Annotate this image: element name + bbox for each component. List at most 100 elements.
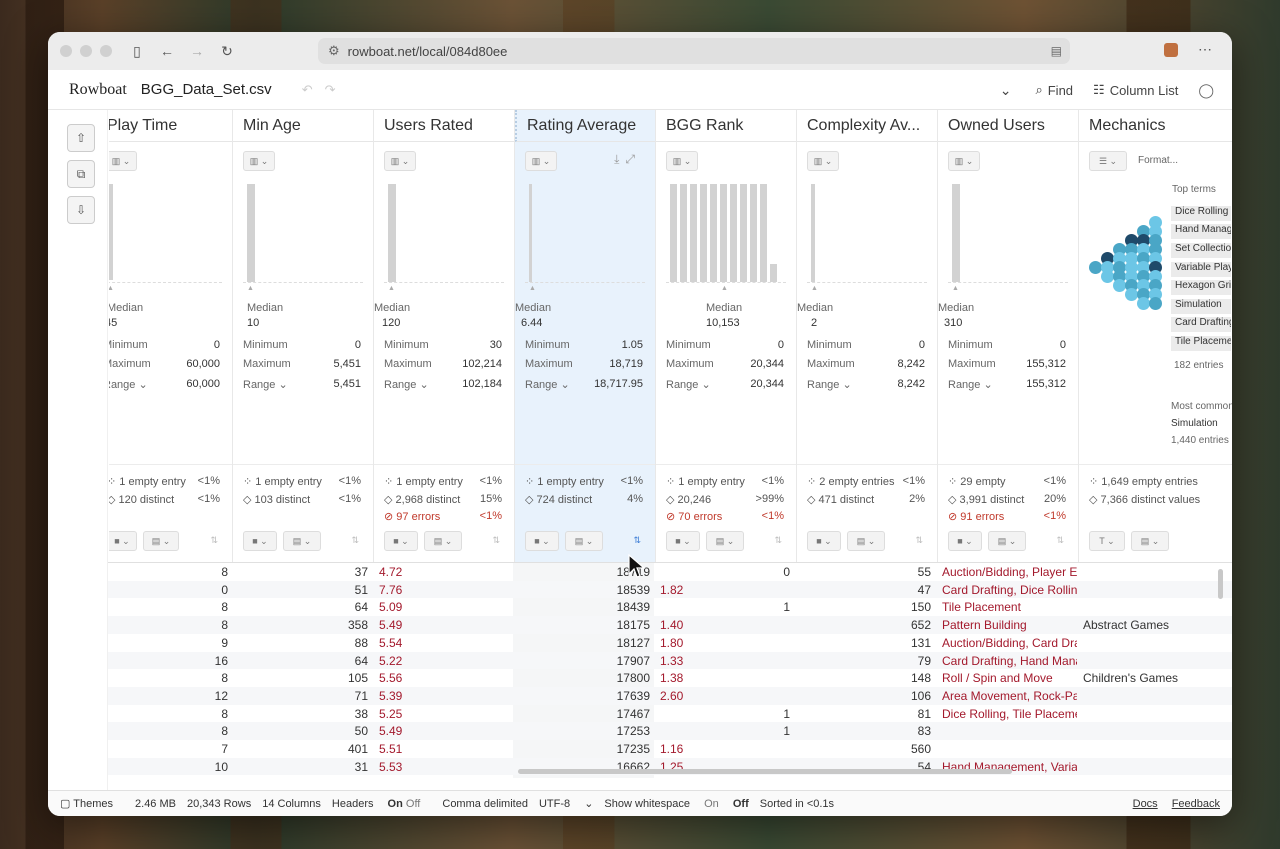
upload-button[interactable]: ⇧ bbox=[67, 124, 95, 152]
column-complexity-average[interactable]: Complexity Av... ▥ ⌄ ▲ Median 2 Minimum … bbox=[797, 110, 938, 562]
chart-type-button[interactable]: ▥ ⌄ bbox=[243, 151, 275, 171]
cell-mechanics[interactable]: Card Drafting, Hand Mana bbox=[942, 654, 1077, 668]
term-chip[interactable]: Card Drafting bbox=[1171, 317, 1231, 332]
table-row[interactable]: 1817483585.49181751.40652Pattern Buildin… bbox=[48, 616, 1232, 634]
copy-button[interactable]: ⧉ bbox=[67, 160, 95, 188]
column-header[interactable]: BGG Rank bbox=[656, 110, 796, 142]
cell-mechanics[interactable]: Tile Placement bbox=[942, 600, 1077, 614]
cell-users-rated[interactable]: 4.72 bbox=[379, 565, 459, 579]
error-count[interactable]: ⊘ 91 errors bbox=[948, 510, 1004, 523]
back-arrow-icon[interactable]: ← bbox=[156, 40, 178, 62]
cell-play-time[interactable]: 8 bbox=[148, 671, 228, 685]
cell-bgg-rank[interactable]: 1.82 bbox=[660, 583, 720, 597]
table-row[interactable]: 184388645.09184391150Tile Placement bbox=[48, 598, 1232, 616]
column-header[interactable]: Users Rated bbox=[374, 110, 514, 142]
docs-link[interactable]: Docs bbox=[1133, 798, 1158, 810]
sort-icon[interactable]: ⇅ bbox=[915, 535, 923, 546]
cell-min-age[interactable]: 37 bbox=[288, 565, 368, 579]
column-owned-users[interactable]: Owned Users ▥ ⌄ ▲ Median 310 Minimum 0 M… bbox=[938, 110, 1079, 562]
sidebar-toggle-icon[interactable]: ▯ bbox=[126, 40, 148, 62]
table-row[interactable]: 172528505.4917253183 bbox=[48, 722, 1232, 740]
sort-icon[interactable]: ⇅ bbox=[492, 535, 500, 546]
chart-type-button[interactable]: ▥ ⌄ bbox=[807, 151, 839, 171]
close-window-button[interactable] bbox=[60, 45, 72, 57]
cell-play-time[interactable]: 12 bbox=[148, 689, 228, 703]
cell-rating-average[interactable]: 18175 bbox=[568, 618, 650, 632]
error-count[interactable]: ⊘ 70 errors bbox=[666, 510, 722, 523]
cell-complexity[interactable]: 1 bbox=[728, 707, 790, 721]
cell-bgg-rank[interactable]: 1.33 bbox=[660, 654, 720, 668]
horizontal-scrollbar[interactable] bbox=[518, 769, 1012, 774]
cell-users-rated[interactable]: 5.39 bbox=[379, 689, 459, 703]
cell-domains[interactable]: Abstract Games bbox=[1083, 618, 1203, 632]
cell-mechanics[interactable]: Card Drafting, Dice Rolling bbox=[942, 583, 1077, 597]
table-row[interactable]: 174668385.2517467181Dice Rolling, Tile P… bbox=[48, 705, 1232, 723]
cell-complexity[interactable]: 1 bbox=[728, 600, 790, 614]
error-count[interactable]: ⊘ 97 errors bbox=[384, 510, 440, 523]
vertical-scrollbar[interactable] bbox=[1218, 569, 1223, 599]
column-header[interactable]: Mechanics bbox=[1079, 110, 1232, 142]
type-button[interactable]: ■ ⌄ bbox=[109, 531, 137, 551]
delimiter-setting[interactable]: Comma delimited bbox=[442, 798, 528, 810]
cell-play-time[interactable]: 7 bbox=[148, 742, 228, 756]
cell-rating-average[interactable]: 17800 bbox=[568, 671, 650, 685]
type-button[interactable]: ■ ⌄ bbox=[666, 531, 700, 551]
cell-owned-users[interactable]: 560 bbox=[848, 742, 931, 756]
cell-play-time[interactable]: 8 bbox=[148, 724, 228, 738]
cell-play-time[interactable]: 8 bbox=[148, 618, 228, 632]
range-dropdown[interactable]: Range ⌄ bbox=[109, 378, 148, 391]
format-button[interactable]: ▤ ⌄ bbox=[988, 531, 1026, 551]
column-rating-average[interactable]: Rating Average ▥ ⌄ ⤓⤢ ▲ Median 6.44 Mini… bbox=[515, 110, 656, 562]
term-chip[interactable]: Tile Placement bbox=[1171, 336, 1231, 351]
cell-play-time[interactable]: 8 bbox=[148, 707, 228, 721]
type-button[interactable]: T ⌄ bbox=[1089, 531, 1125, 551]
cell-users-rated[interactable]: 5.22 bbox=[379, 654, 459, 668]
cell-rating-average[interactable]: 17235 bbox=[568, 742, 650, 756]
themes-button[interactable]: ▢ Themes bbox=[60, 797, 124, 810]
cell-play-time[interactable]: 8 bbox=[148, 565, 228, 579]
format-button[interactable]: ▤ ⌄ bbox=[283, 531, 321, 551]
range-dropdown[interactable]: Range ⌄ bbox=[948, 378, 993, 391]
cell-complexity[interactable]: 1 bbox=[728, 724, 790, 738]
term-chip[interactable]: Dice Rolling bbox=[1171, 206, 1231, 221]
table-row[interactable]: 185380517.76185391.8247Card Drafting, Di… bbox=[48, 580, 1232, 599]
format-button[interactable]: ▤ ⌄ bbox=[1131, 531, 1169, 551]
cell-min-age[interactable]: 50 bbox=[288, 724, 368, 738]
column-header[interactable]: Owned Users bbox=[938, 110, 1078, 142]
range-dropdown[interactable]: Range ⌄ bbox=[525, 378, 570, 391]
column-header[interactable]: Complexity Av... bbox=[797, 110, 937, 142]
more-menu-icon[interactable]: ⋯ bbox=[1198, 41, 1212, 58]
term-chip[interactable]: Variable Player Powers bbox=[1171, 262, 1231, 277]
cell-users-rated[interactable]: 5.09 bbox=[379, 600, 459, 614]
download-button[interactable]: ⇩ bbox=[67, 196, 95, 224]
cell-play-time[interactable]: 10 bbox=[148, 760, 228, 774]
chart-type-button[interactable]: ▥ ⌄ bbox=[384, 151, 416, 171]
redo-icon[interactable]: ↷ bbox=[325, 82, 336, 98]
cell-users-rated[interactable]: 5.51 bbox=[379, 742, 459, 756]
cell-min-age[interactable]: 64 bbox=[288, 600, 368, 614]
type-button[interactable]: ■ ⌄ bbox=[807, 531, 841, 551]
cell-owned-users[interactable]: 83 bbox=[848, 724, 931, 738]
format-button[interactable]: ▤ ⌄ bbox=[847, 531, 885, 551]
cell-play-time[interactable]: 8 bbox=[148, 600, 228, 614]
range-dropdown[interactable]: Range ⌄ bbox=[807, 378, 852, 391]
cell-users-rated[interactable]: 5.56 bbox=[379, 671, 459, 685]
chevron-down-icon[interactable]: ⌄ bbox=[1000, 82, 1012, 99]
cell-play-time[interactable]: 0 bbox=[148, 583, 228, 597]
cell-rating-average[interactable]: 17467 bbox=[568, 707, 650, 721]
forward-arrow-icon[interactable]: → bbox=[186, 40, 208, 62]
cell-min-age[interactable]: 38 bbox=[288, 707, 368, 721]
cell-rating-average[interactable]: 17639 bbox=[568, 689, 650, 703]
cell-min-age[interactable]: 31 bbox=[288, 760, 368, 774]
cell-rating-average[interactable]: 18439 bbox=[568, 600, 650, 614]
file-name[interactable]: BGG_Data_Set.csv bbox=[141, 81, 272, 98]
type-button[interactable]: ■ ⌄ bbox=[948, 531, 982, 551]
cell-users-rated[interactable]: 7.76 bbox=[379, 583, 459, 597]
column-bgg-rank[interactable]: BGG Rank ▥ ⌄ ▲ Median 10,153 Minimum 0 M… bbox=[656, 110, 797, 562]
format-button[interactable]: ▤ ⌄ bbox=[424, 531, 462, 551]
type-button[interactable]: ■ ⌄ bbox=[384, 531, 418, 551]
cell-rating-average[interactable]: 17907 bbox=[568, 654, 650, 668]
cell-play-time[interactable]: 9 bbox=[148, 636, 228, 650]
user-icon[interactable]: ◯ bbox=[1198, 82, 1214, 99]
cell-mechanics[interactable]: Auction/Bidding, Player Eli bbox=[942, 565, 1077, 579]
